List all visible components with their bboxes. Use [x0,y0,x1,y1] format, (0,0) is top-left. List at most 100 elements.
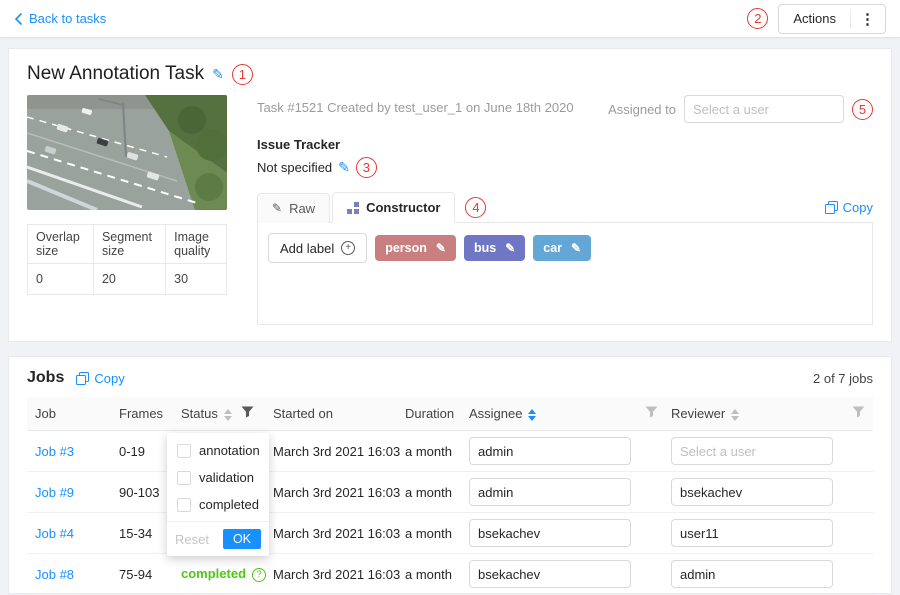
add-label-button[interactable]: Add label + [268,233,367,263]
job-reviewer-input[interactable] [671,478,833,506]
param-header-segment: Segment size [93,225,165,264]
task-params-table: Overlap size Segment size Image quality … [27,224,227,295]
label-chip-bus[interactable]: bus ✎ [464,235,525,261]
job-frames: 75-94 [111,554,173,595]
task-preview-image [27,95,227,210]
top-bar: Back to tasks 2 Actions ⋮ [0,0,900,37]
issue-tracker-label: Issue Tracker [257,137,873,152]
job-duration: a month [397,554,461,595]
job-reviewer-input[interactable] [671,437,833,465]
filter-option-label: completed [199,497,259,512]
assignee-sort-icon[interactable] [528,409,536,421]
edit-label-icon[interactable]: ✎ [505,241,515,255]
col-assignee-filter[interactable] [637,397,663,431]
add-label-text: Add label [280,241,334,256]
checkbox[interactable] [177,471,191,485]
col-status-filter[interactable] [233,397,265,431]
back-chevron-icon [14,13,22,25]
jobs-header: Jobs Copy 2 of 7 jobs [27,369,873,387]
job-link[interactable]: Job #4 [35,526,74,541]
checkbox[interactable] [177,498,191,512]
filter-option-annotation[interactable]: annotation [167,437,269,464]
job-assignee-input[interactable] [469,560,631,588]
filter-reset-button[interactable]: Reset [175,532,209,547]
col-reviewer-filter[interactable] [839,397,873,431]
job-reviewer-input[interactable] [671,560,833,588]
tab-raw[interactable]: ✎ Raw [257,193,330,223]
filter-option-completed[interactable]: completed [167,491,269,518]
job-frames: 15-34 [111,513,173,554]
assignee-filter-funnel-icon[interactable] [645,406,658,418]
copy-labels-link[interactable]: Copy [825,200,873,215]
task-details-panel: New Annotation Task ✎ 1 [8,48,892,342]
callout-4: 4 [465,197,486,218]
edit-task-name-icon[interactable]: ✎ [212,66,224,83]
checkbox[interactable] [177,444,191,458]
copy-jobs-link[interactable]: Copy [76,371,124,386]
issue-tracker-block: Issue Tracker Not specified ✎ 3 [257,137,873,178]
jobs-table: Job Frames Status Started on Duration As… [27,397,873,595]
copy-icon [825,201,838,214]
col-status[interactable]: Status [173,397,233,431]
filter-ok-button[interactable]: OK [223,529,261,549]
question-circle-icon[interactable]: ? [252,568,266,582]
label-chip-car[interactable]: car ✎ [533,235,591,261]
actions-button[interactable]: Actions ⋮ [778,4,886,34]
label-chip-person-name: person [385,241,427,255]
jobs-header-row: Job Frames Status Started on Duration As… [27,397,873,431]
job-started: March 3rd 2021 16:03 [265,554,397,595]
edit-issue-tracker-icon[interactable]: ✎ [338,159,350,176]
edit-label-icon[interactable]: ✎ [571,241,581,255]
label-chip-person[interactable]: person ✎ [375,235,456,261]
more-actions-icon[interactable]: ⋮ [851,10,885,28]
job-duration: a month [397,472,461,513]
job-assignee-input[interactable] [469,519,631,547]
job-link[interactable]: Job #3 [35,444,74,459]
task-meta-text: Task #1521 Created by test_user_1 on Jun… [257,95,574,115]
status-sort-icon[interactable] [224,409,232,421]
tab-constructor-label: Constructor [366,200,440,215]
issue-tracker-value: Not specified [257,160,332,175]
jobs-count: 2 of 7 jobs [813,371,873,386]
col-assignee[interactable]: Assignee [461,397,637,431]
tab-constructor[interactable]: Constructor [332,192,455,223]
task-assignee-input[interactable] [684,95,844,123]
col-job[interactable]: Job [27,397,111,431]
job-link[interactable]: Job #8 [35,567,74,582]
task-page: Back to tasks 2 Actions ⋮ New Annotation… [0,0,900,590]
task-left-column: Overlap size Segment size Image quality … [27,95,227,325]
back-to-tasks-link[interactable]: Back to tasks [14,11,106,26]
callout-5: 5 [852,99,873,120]
col-frames[interactable]: Frames [111,397,173,431]
label-constructor-area: Add label + person ✎ bus ✎ car ✎ [257,223,873,325]
job-started: March 3rd 2021 16:03 [265,431,397,472]
topbar-right: 2 Actions ⋮ [747,4,886,34]
job-duration: a month [397,513,461,554]
edit-label-icon[interactable]: ✎ [436,241,446,255]
job-link[interactable]: Job #9 [35,485,74,500]
job-started: March 3rd 2021 16:03 [265,513,397,554]
filter-option-label: validation [199,470,254,485]
callout-2: 2 [747,8,768,29]
task-meta-row: Task #1521 Created by test_user_1 on Jun… [257,95,873,123]
copy-icon [76,372,89,385]
job-assignee-input[interactable] [469,437,631,465]
reviewer-sort-icon[interactable] [731,409,739,421]
job-row: Job #3 0-19 March 3rd 2021 16:03 a month [27,431,873,472]
job-assignee-input[interactable] [469,478,631,506]
col-started-on[interactable]: Started on [265,397,397,431]
status-filter-funnel-icon[interactable] [241,406,254,418]
assigned-to-group: Assigned to 5 [608,95,873,123]
col-reviewer[interactable]: Reviewer [663,397,839,431]
job-started: March 3rd 2021 16:03 [265,472,397,513]
job-frames: 0-19 [111,431,173,472]
reviewer-filter-funnel-icon[interactable] [852,406,865,418]
col-duration[interactable]: Duration [397,397,461,431]
task-title: New Annotation Task [27,63,204,85]
job-reviewer-input[interactable] [671,519,833,547]
job-frames: 90-103 [111,472,173,513]
raw-tab-icon: ✎ [272,201,282,215]
filter-option-validation[interactable]: validation [167,464,269,491]
callout-3: 3 [356,157,377,178]
actions-label: Actions [779,11,850,26]
